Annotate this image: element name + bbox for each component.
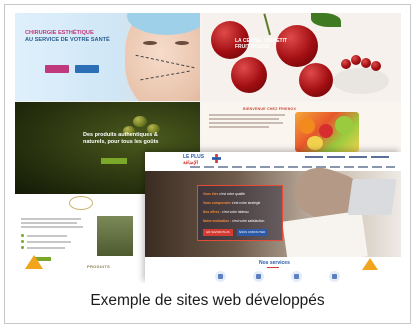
text-line bbox=[209, 126, 269, 128]
products-label: PRODUITS bbox=[87, 264, 111, 269]
site-headline: LA CERISE, UN PETIT FRUIT ROUGE bbox=[235, 38, 288, 50]
leaf bbox=[311, 13, 341, 27]
hero-line: Vous êtes c'est votre qualité bbox=[203, 192, 245, 196]
site-button bbox=[45, 65, 69, 73]
site-welcome: BIENVENUE CHEZ FRIENOX bbox=[243, 107, 297, 111]
check-icon bbox=[21, 246, 24, 249]
site-headline: CHIRURGIE ESTHÉTIQUE AU SERVICE DE VOTRE… bbox=[25, 30, 110, 43]
hero-line: Vous comprendre c'est notre stratégie bbox=[203, 201, 261, 205]
text-line bbox=[209, 114, 285, 116]
cherry-stem bbox=[263, 13, 271, 36]
service-icon bbox=[215, 271, 226, 282]
olive-logo bbox=[69, 196, 93, 210]
service-icon bbox=[253, 271, 264, 282]
laptop-photo bbox=[347, 179, 397, 215]
title-underline bbox=[267, 267, 279, 268]
text-line bbox=[21, 218, 81, 220]
site-primary-button: EN SAVOIR PLUS bbox=[203, 229, 233, 236]
cherry bbox=[371, 61, 381, 71]
olive-tree-photo bbox=[97, 216, 133, 256]
site-secondary-button: NOUS CONTACTER bbox=[237, 229, 267, 236]
site-button bbox=[75, 65, 99, 73]
text-line bbox=[21, 222, 77, 224]
cherry bbox=[351, 55, 361, 65]
decorative-triangle bbox=[362, 258, 378, 270]
site-navbar: LE PLUS الإضافة bbox=[145, 152, 401, 171]
fruit bbox=[335, 116, 353, 134]
fruit bbox=[307, 136, 323, 150]
cherry bbox=[341, 59, 351, 69]
check-icon bbox=[21, 240, 24, 243]
plus-logo-icon bbox=[212, 154, 221, 163]
olive bbox=[133, 116, 147, 127]
services-title: Nos services bbox=[259, 260, 290, 266]
hero-line: Notre motivation : c'est votre satisfact… bbox=[203, 219, 265, 223]
site-preview-olive-content: PRODUITS bbox=[15, 194, 145, 283]
cherry-bowl bbox=[333, 68, 389, 94]
figure-caption: Exemple de sites web développés bbox=[90, 292, 325, 309]
site-preview-surgery: CHIRURGIE ESTHÉTIQUE AU SERVICE DE VOTRE… bbox=[15, 13, 200, 101]
check-icon bbox=[21, 234, 24, 237]
site-headline: Des produits authentiques & naturels, po… bbox=[83, 132, 159, 145]
cherry bbox=[299, 63, 333, 97]
fruit bbox=[319, 124, 333, 138]
contact-info bbox=[305, 156, 391, 158]
cherry bbox=[231, 57, 267, 93]
text-line bbox=[27, 247, 65, 249]
text-line bbox=[27, 235, 67, 237]
site-nav-links bbox=[190, 166, 395, 168]
text-line bbox=[27, 241, 71, 243]
service-icon bbox=[291, 271, 302, 282]
site-preview-cherry: LA CERISE, UN PETIT FRUIT ROUGE bbox=[201, 13, 401, 101]
text-line bbox=[21, 226, 83, 228]
website-collage-image: CHIRURGIE ESTHÉTIQUE AU SERVICE DE VOTRE… bbox=[15, 13, 401, 283]
text-line bbox=[209, 118, 279, 120]
fruits-photo bbox=[295, 112, 359, 152]
service-icon bbox=[329, 271, 340, 282]
fruit bbox=[299, 118, 315, 134]
decorative-triangle bbox=[25, 255, 43, 269]
eye bbox=[143, 41, 157, 45]
eye bbox=[175, 41, 189, 45]
site-button bbox=[101, 158, 127, 164]
cherry bbox=[361, 58, 371, 68]
text-line bbox=[209, 122, 283, 124]
hero-line: Nos offres : c'est votre tableau bbox=[203, 210, 249, 214]
